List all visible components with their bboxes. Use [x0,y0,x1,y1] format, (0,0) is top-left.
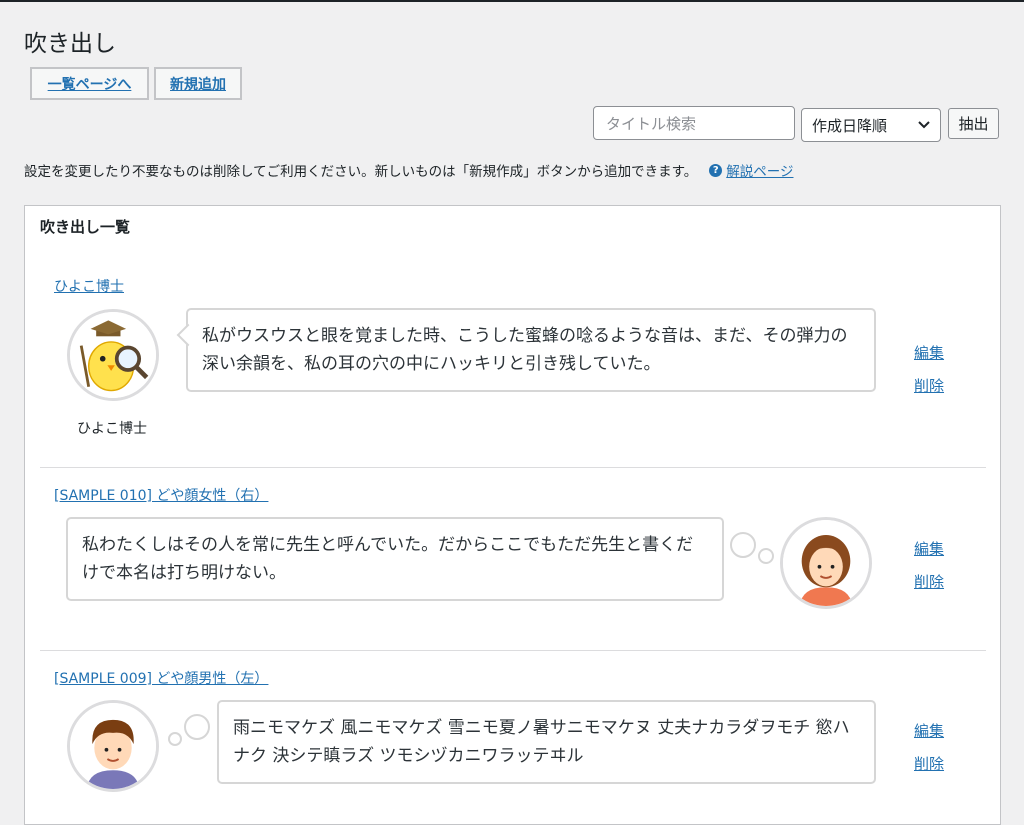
title-search-input[interactable]: タイトル検索 [593,106,795,140]
edit-link[interactable]: 編集 [914,538,944,559]
delete-link[interactable]: 削除 [914,571,944,592]
help-icon: ? [709,163,723,177]
balloon-title-link[interactable]: [SAMPLE 010] どや顔女性（右） [54,485,268,505]
avatar-woman [780,517,872,609]
item-divider [40,650,986,651]
thought-circle-small [758,548,774,564]
add-new-button[interactable]: 新規追加 [154,67,242,100]
sort-selected-value: 作成日降順 [812,116,888,135]
panel-title: 吹き出し一覧 [40,218,131,236]
thought-circle-large [184,714,210,740]
page-title: 吹き出し [24,31,116,57]
search-placeholder: タイトル検索 [606,114,697,133]
delete-link[interactable]: 削除 [914,375,944,396]
think-bubble: 私わたくしはその人を常に先生と呼んでいた。だからここでもただ先生と書くだけで本名… [66,517,724,601]
bubble-text: 雨ニモマケズ 風ニモマケズ 雪ニモ夏ノ暑サニモマケヌ 丈夫ナカラダヲモチ 慾ハナ… [233,718,850,766]
avatar-name: ひよこ博士 [77,421,147,437]
help-page-link[interactable]: 解説ページ [726,160,793,180]
list-page-button[interactable]: 一覧ページへ [30,67,149,100]
edit-link[interactable]: 編集 [914,720,944,741]
think-bubble: 雨ニモマケズ 風ニモマケズ 雪ニモ夏ノ暑サニモマケヌ 丈夫ナカラダヲモチ 慾ハナ… [217,700,876,784]
avatar-man [67,700,159,792]
speech-bubble: 私がウスウスと眼を覚ました時、こうした蜜蜂の唸るような音は、まだ、その弾力の深い… [186,308,876,392]
edit-link[interactable]: 編集 [914,342,944,363]
admin-top-bar [0,0,1024,2]
delete-link[interactable]: 削除 [914,753,944,774]
chevron-down-icon [918,121,930,129]
description-text: 設定を変更したり不要なものは削除してご利用ください。新しいものは「新規作成」ボタ… [24,164,698,180]
balloon-title-link[interactable]: [SAMPLE 009] どや顔男性（左） [54,668,268,688]
bubble-text: 私わたくしはその人を常に先生と呼んでいた。だからここでもただ先生と書くだけで本名… [82,535,694,583]
bubble-text: 私がウスウスと眼を覚ました時、こうした蜜蜂の唸るような音は、まだ、その弾力の深い… [202,326,848,374]
thought-circle-large [730,532,756,558]
item-divider [40,467,986,468]
sort-order-select[interactable]: 作成日降順 [801,108,941,142]
filter-submit-button[interactable]: 抽出 [948,108,999,139]
balloon-title-link[interactable]: ひよこ博士 [54,276,124,296]
description: 設定を変更したり不要なものは削除してご利用ください。新しいものは「新規作成」ボタ… [24,160,793,180]
thought-circle-small [168,732,182,746]
avatar-chick-professor [67,309,159,401]
